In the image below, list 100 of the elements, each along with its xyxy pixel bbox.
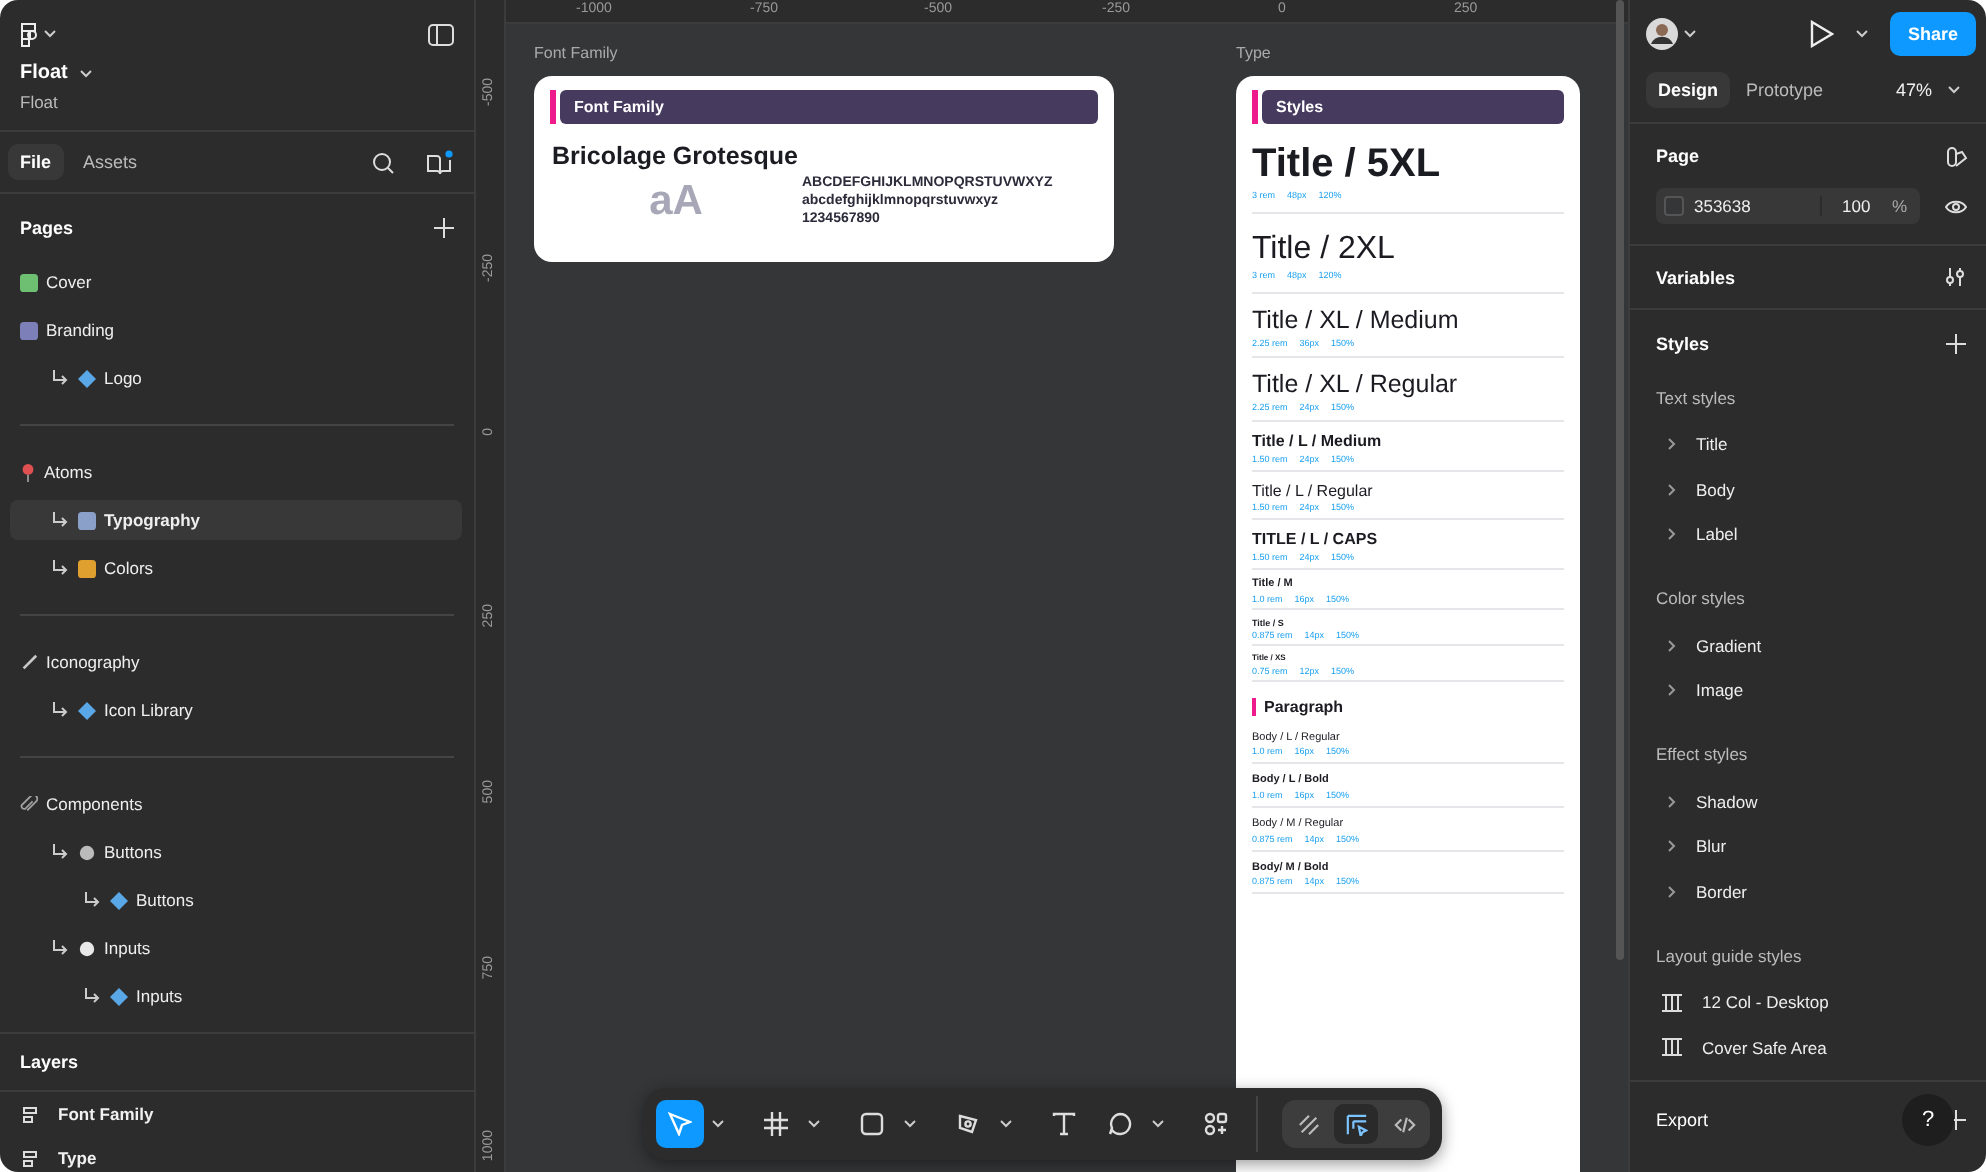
caret-icon xyxy=(44,30,56,38)
layout-cursor-icon xyxy=(1345,1113,1367,1135)
font-sample: aA xyxy=(647,177,705,225)
panel-tab[interactable]: Design xyxy=(1646,71,1731,107)
library-book-icon[interactable] xyxy=(426,149,454,175)
page-item[interactable]: Typography xyxy=(10,500,462,540)
page-heading: Page xyxy=(1656,146,1700,166)
page-item[interactable]: Buttons xyxy=(10,880,462,920)
chevron-icon xyxy=(1668,639,1676,652)
style-item[interactable]: 12 Col - Desktop xyxy=(1656,980,1966,1025)
return-arrow-icon xyxy=(84,892,102,908)
chevron-icon xyxy=(1668,795,1676,808)
page-item[interactable]: Inputs xyxy=(10,928,462,968)
pencil-lines-icon xyxy=(1297,1113,1319,1135)
diamond-icon xyxy=(110,891,128,909)
type-style-name: Title / 2XL xyxy=(1252,230,1397,269)
page-item[interactable]: Iconography xyxy=(10,642,462,682)
page-item[interactable]: Branding xyxy=(10,310,462,350)
style-group-title: Layout guide styles xyxy=(1656,943,1804,970)
style-item[interactable]: Shadow xyxy=(1656,779,1966,824)
layers-heading: Layers xyxy=(20,1052,79,1072)
pen-icon xyxy=(956,1112,980,1136)
panel-tab[interactable]: File xyxy=(8,144,64,180)
style-group-title: Effect styles xyxy=(1656,742,1750,768)
zoom-level[interactable]: 47% xyxy=(1895,79,1932,99)
sliders-icon[interactable] xyxy=(1944,266,1966,288)
return-arrow-icon xyxy=(52,702,70,718)
frame-icon xyxy=(764,1112,788,1136)
auto-layout-icon xyxy=(22,1105,40,1123)
pin-icon xyxy=(20,463,36,481)
page-item[interactable]: Buttons xyxy=(10,832,462,872)
page-item[interactable]: Inputs xyxy=(10,976,462,1016)
type-style-name: Title / XL / Medium xyxy=(1252,306,1461,337)
caret-icon xyxy=(1855,30,1868,38)
style-item[interactable]: Border xyxy=(1656,869,1966,914)
frame-label[interactable]: Font Family xyxy=(534,44,618,62)
style-item[interactable]: Body xyxy=(1656,467,1966,512)
layer-item[interactable]: Font Family xyxy=(0,1092,474,1136)
avatar-icon[interactable] xyxy=(1646,18,1678,50)
plus-icon[interactable] xyxy=(1946,334,1966,354)
page-item[interactable]: Components xyxy=(10,784,462,824)
layer-item[interactable]: Type xyxy=(0,1136,474,1172)
comment-icon xyxy=(1108,1112,1132,1136)
section-heading: Paragraph xyxy=(1252,697,1564,716)
cursor-icon xyxy=(668,1112,692,1136)
page-item[interactable]: Cover xyxy=(10,262,462,302)
page-item[interactable]: Colors xyxy=(10,548,462,588)
card-header: Font Family xyxy=(560,90,1098,124)
caret-icon xyxy=(79,69,92,77)
plus-icon[interactable] xyxy=(434,218,454,238)
eye-icon[interactable] xyxy=(1944,197,1968,215)
actions-icon xyxy=(1204,1112,1228,1136)
chevron-icon xyxy=(1668,840,1676,853)
auto-layout-icon xyxy=(22,1149,40,1167)
page-item[interactable]: Logo xyxy=(10,358,462,398)
play-icon[interactable] xyxy=(1809,20,1834,48)
frame-label[interactable]: Type xyxy=(1236,44,1271,62)
mode-button[interactable] xyxy=(1334,1104,1378,1144)
panel-tab[interactable]: Assets xyxy=(71,144,150,180)
chevron-icon xyxy=(1668,483,1676,496)
style-group-title: Color styles xyxy=(1656,586,1747,612)
type-style-name: Title / XL / Regular xyxy=(1252,370,1460,401)
sidebar-toggle-icon[interactable] xyxy=(428,23,454,45)
background-color-field[interactable]: 353638 100 % xyxy=(1656,188,1920,224)
paperclip-icon xyxy=(20,795,38,813)
variables-heading: Variables xyxy=(1656,267,1736,287)
caret-icon xyxy=(1684,30,1696,38)
type-style-name: Title / L / Medium xyxy=(1252,432,1384,452)
tool-button[interactable] xyxy=(656,1100,704,1148)
caret-icon xyxy=(1948,85,1960,93)
code-icon xyxy=(1393,1113,1415,1135)
export-heading: Export xyxy=(1656,1110,1709,1130)
logo-icon[interactable] xyxy=(20,21,38,47)
card-header: Styles xyxy=(1262,90,1564,124)
font-name: Bricolage Grotesque xyxy=(552,142,800,170)
color-swatch[interactable] xyxy=(1664,196,1684,216)
help-button[interactable]: ? xyxy=(1902,1094,1954,1146)
diamond-icon xyxy=(110,987,128,1005)
return-arrow-icon xyxy=(84,988,102,1004)
brush-icon xyxy=(20,653,38,671)
style-item[interactable]: Gradient xyxy=(1656,623,1966,668)
scrollbar[interactable] xyxy=(1616,0,1624,960)
diamond-icon xyxy=(78,369,96,387)
columns-icon xyxy=(1662,993,1682,1012)
styles-heading: Styles xyxy=(1656,334,1710,354)
page-item[interactable]: Atoms xyxy=(10,452,462,492)
columns-icon xyxy=(1662,1038,1682,1057)
return-arrow-icon xyxy=(52,560,70,576)
page-item[interactable]: Icon Library xyxy=(10,690,462,730)
return-arrow-icon xyxy=(52,370,70,386)
style-item[interactable]: Cover Safe Area xyxy=(1656,1025,1966,1070)
style-item[interactable]: Image xyxy=(1656,668,1966,713)
panel-tab[interactable]: Prototype xyxy=(1734,71,1836,107)
style-item[interactable]: Title xyxy=(1656,422,1966,467)
diamond-icon xyxy=(78,701,96,719)
style-item[interactable]: Blur xyxy=(1656,824,1966,869)
chevron-icon xyxy=(1668,684,1676,697)
project-title[interactable]: Float xyxy=(20,62,68,84)
style-item[interactable]: Label xyxy=(1656,512,1966,557)
search-icon[interactable] xyxy=(372,151,394,173)
